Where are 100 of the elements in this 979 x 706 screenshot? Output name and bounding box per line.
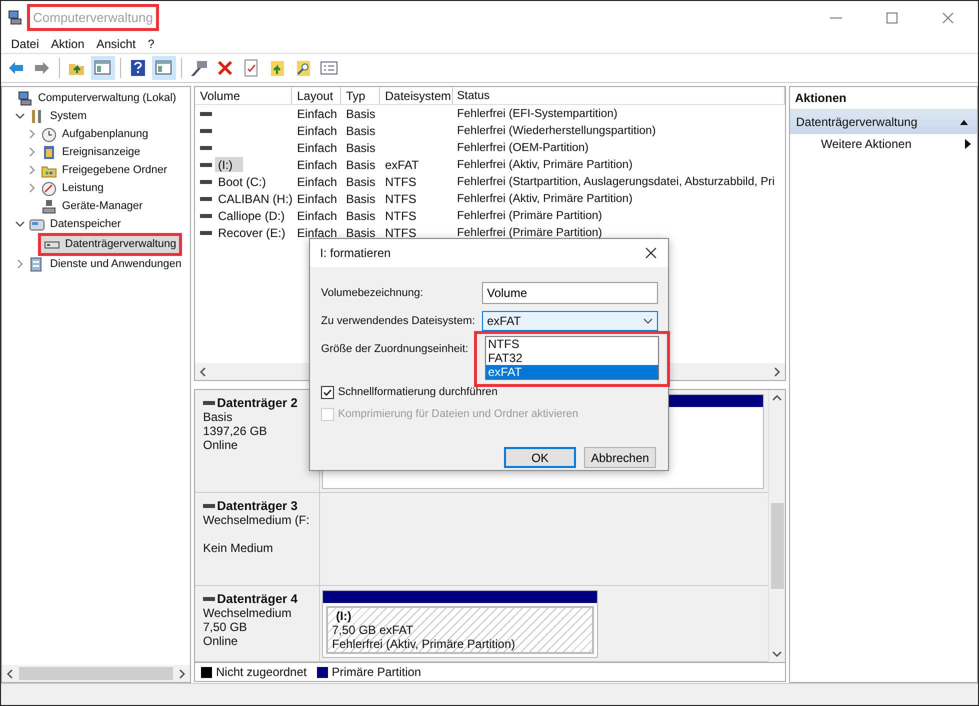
clock-icon	[41, 126, 57, 142]
table-cell: exFAT	[385, 158, 419, 172]
dropdown-option[interactable]: FAT32	[486, 351, 658, 365]
actions-section[interactable]: Datenträgerverwaltung	[790, 110, 977, 134]
toolbar-button[interactable]	[152, 56, 176, 80]
tree-item[interactable]: Geräte-Manager	[38, 198, 146, 214]
checkbox-label[interactable]: Schnellformatierung durchführen	[338, 386, 498, 398]
computer-icon	[7, 10, 23, 25]
partition-label: (I:)	[335, 609, 352, 623]
scroll-right-icon[interactable]	[177, 668, 187, 678]
table-cell: Basis	[346, 174, 376, 188]
table-cell: Einfach	[297, 106, 338, 120]
text-field[interactable]: Volume	[482, 282, 658, 304]
section-title: Datenträgerverwaltung	[796, 115, 918, 129]
table-cell: Einfach	[297, 174, 338, 188]
scroll-left-icon[interactable]	[198, 366, 208, 376]
menu-item[interactable]: ?	[142, 36, 160, 50]
disk-size: 7,50 GB	[203, 620, 248, 634]
disk-status: Online	[203, 634, 239, 648]
tree-item[interactable]: Dienste und Anwendungen	[26, 256, 184, 272]
table-cell: NTFS	[385, 174, 416, 188]
field-label: Zu verwendendes Dateisystem:	[321, 315, 476, 327]
disk-type: Basis	[203, 410, 234, 424]
volume-name[interactable]: CALIBAN (H:)	[216, 192, 295, 206]
panel-icon	[155, 59, 173, 77]
table-cell: Fehlerfrei (Aktiv, Primäre Partition)	[457, 158, 633, 170]
table-cell: Basis	[346, 208, 376, 222]
disk-status: Online	[203, 438, 239, 452]
menu-item[interactable]: Datei	[5, 36, 46, 50]
volume-icon	[200, 212, 212, 218]
action-item[interactable]: Weitere Aktionen	[790, 134, 977, 154]
field-label: Größe der Zuordnungseinheit:	[321, 343, 468, 355]
table-cell: Fehlerfrei (Primäre Partition)	[457, 226, 602, 238]
scroll-left-icon[interactable]	[5, 668, 15, 678]
table-cell: Basis	[346, 192, 376, 206]
connect-icon	[190, 59, 208, 77]
table-cell: Fehlerfrei (Primäre Partition)	[457, 210, 602, 222]
volume-icon	[200, 178, 212, 184]
action-label[interactable]: Weitere Aktionen	[821, 137, 912, 151]
log-icon	[41, 144, 57, 160]
table-cell: Fehlerfrei (Wiederherstellungspartition)	[457, 124, 656, 136]
chevron-down-icon	[643, 317, 653, 325]
horizontal-scrollbar[interactable]	[2, 665, 190, 682]
disk-type: Wechselmedium	[203, 606, 292, 620]
disk-type: Wechselmedium (F:	[203, 513, 310, 528]
partition-block[interactable]: (I:) 7,50 GB exFAT Fehlerfrei (Aktiv, Primäre Partition)	[322, 590, 598, 658]
table-cell: NTFS	[385, 208, 416, 222]
tree-item[interactable]: Ereignisanzeige	[38, 144, 144, 160]
toolbar-button[interactable]	[91, 56, 115, 80]
tree-item[interactable]: Datenspeicher	[26, 216, 124, 232]
dropdown-option[interactable]: NTFS	[486, 337, 658, 351]
column-header[interactable]: Dateisystem	[380, 87, 453, 104]
volume-name[interactable]: Boot (C:)	[216, 174, 268, 188]
partition-status: Fehlerfrei (Aktiv, Primäre Partition)	[332, 637, 516, 651]
table-cell: Fehlerfrei (OEM-Partition)	[457, 142, 589, 154]
tree-item[interactable]: Freigegebene Ordner	[38, 162, 170, 178]
legend-label: Nicht zugeordnet	[216, 665, 307, 679]
folder-up-icon	[268, 59, 286, 77]
column-header[interactable]: Status	[453, 87, 785, 104]
scrollbar-thumb[interactable]	[19, 667, 173, 680]
table-cell: Basis	[346, 140, 376, 154]
cancel-button[interactable]: Abbrechen	[584, 447, 656, 468]
ok-button[interactable]: OK	[504, 447, 576, 468]
column-header[interactable]: Layout	[292, 87, 341, 104]
menu-item[interactable]: Ansicht	[90, 36, 142, 50]
close-icon[interactable]	[644, 246, 658, 260]
computer-icon	[17, 90, 33, 106]
volume-name[interactable]: (I:)	[216, 158, 235, 172]
dropdown-option[interactable]: exFAT	[486, 365, 658, 379]
table-cell: Einfach	[297, 226, 338, 240]
legend-label: Primäre Partition	[332, 665, 422, 679]
table-cell: Basis	[346, 124, 376, 138]
column-header[interactable]: Typ	[341, 87, 380, 104]
table-cell: Einfach	[297, 208, 338, 222]
disk-status: Kein Medium	[203, 541, 274, 556]
dialog-title: I: formatieren	[320, 246, 391, 260]
table-cell: Einfach	[297, 140, 338, 154]
tree-item[interactable]: Aufgabenplanung	[38, 126, 152, 142]
help-icon	[129, 59, 147, 77]
panel-icon	[94, 59, 112, 77]
table-cell: Einfach	[297, 124, 338, 138]
disk-name: Datenträger 3	[217, 499, 298, 514]
volume-name[interactable]: Calliope (D:)	[216, 208, 287, 222]
volume-name[interactable]: Recover (E:)	[216, 226, 288, 240]
tree-item[interactable]: Datenträgerverwaltung	[41, 236, 180, 252]
volume-icon	[200, 110, 212, 116]
tree-item[interactable]: Leistung	[38, 180, 107, 196]
checked-checkbox[interactable]	[321, 386, 334, 398]
dropdown-field[interactable]: exFAT	[482, 311, 658, 331]
scroll-down-icon[interactable]	[772, 649, 782, 659]
scroll-up-icon[interactable]	[772, 393, 782, 403]
vertical-scrollbar[interactable]	[768, 390, 785, 662]
tree-item[interactable]: System	[26, 108, 90, 124]
tree-item[interactable]: Computerverwaltung (Lokal)	[14, 90, 180, 106]
table-cell: Einfach	[297, 192, 338, 206]
scrollbar-thumb[interactable]	[770, 503, 784, 589]
scroll-right-icon[interactable]	[772, 366, 782, 376]
volume-icon	[200, 144, 212, 150]
menu-item[interactable]: Aktion	[45, 36, 90, 50]
column-header[interactable]: Volume	[195, 87, 292, 104]
